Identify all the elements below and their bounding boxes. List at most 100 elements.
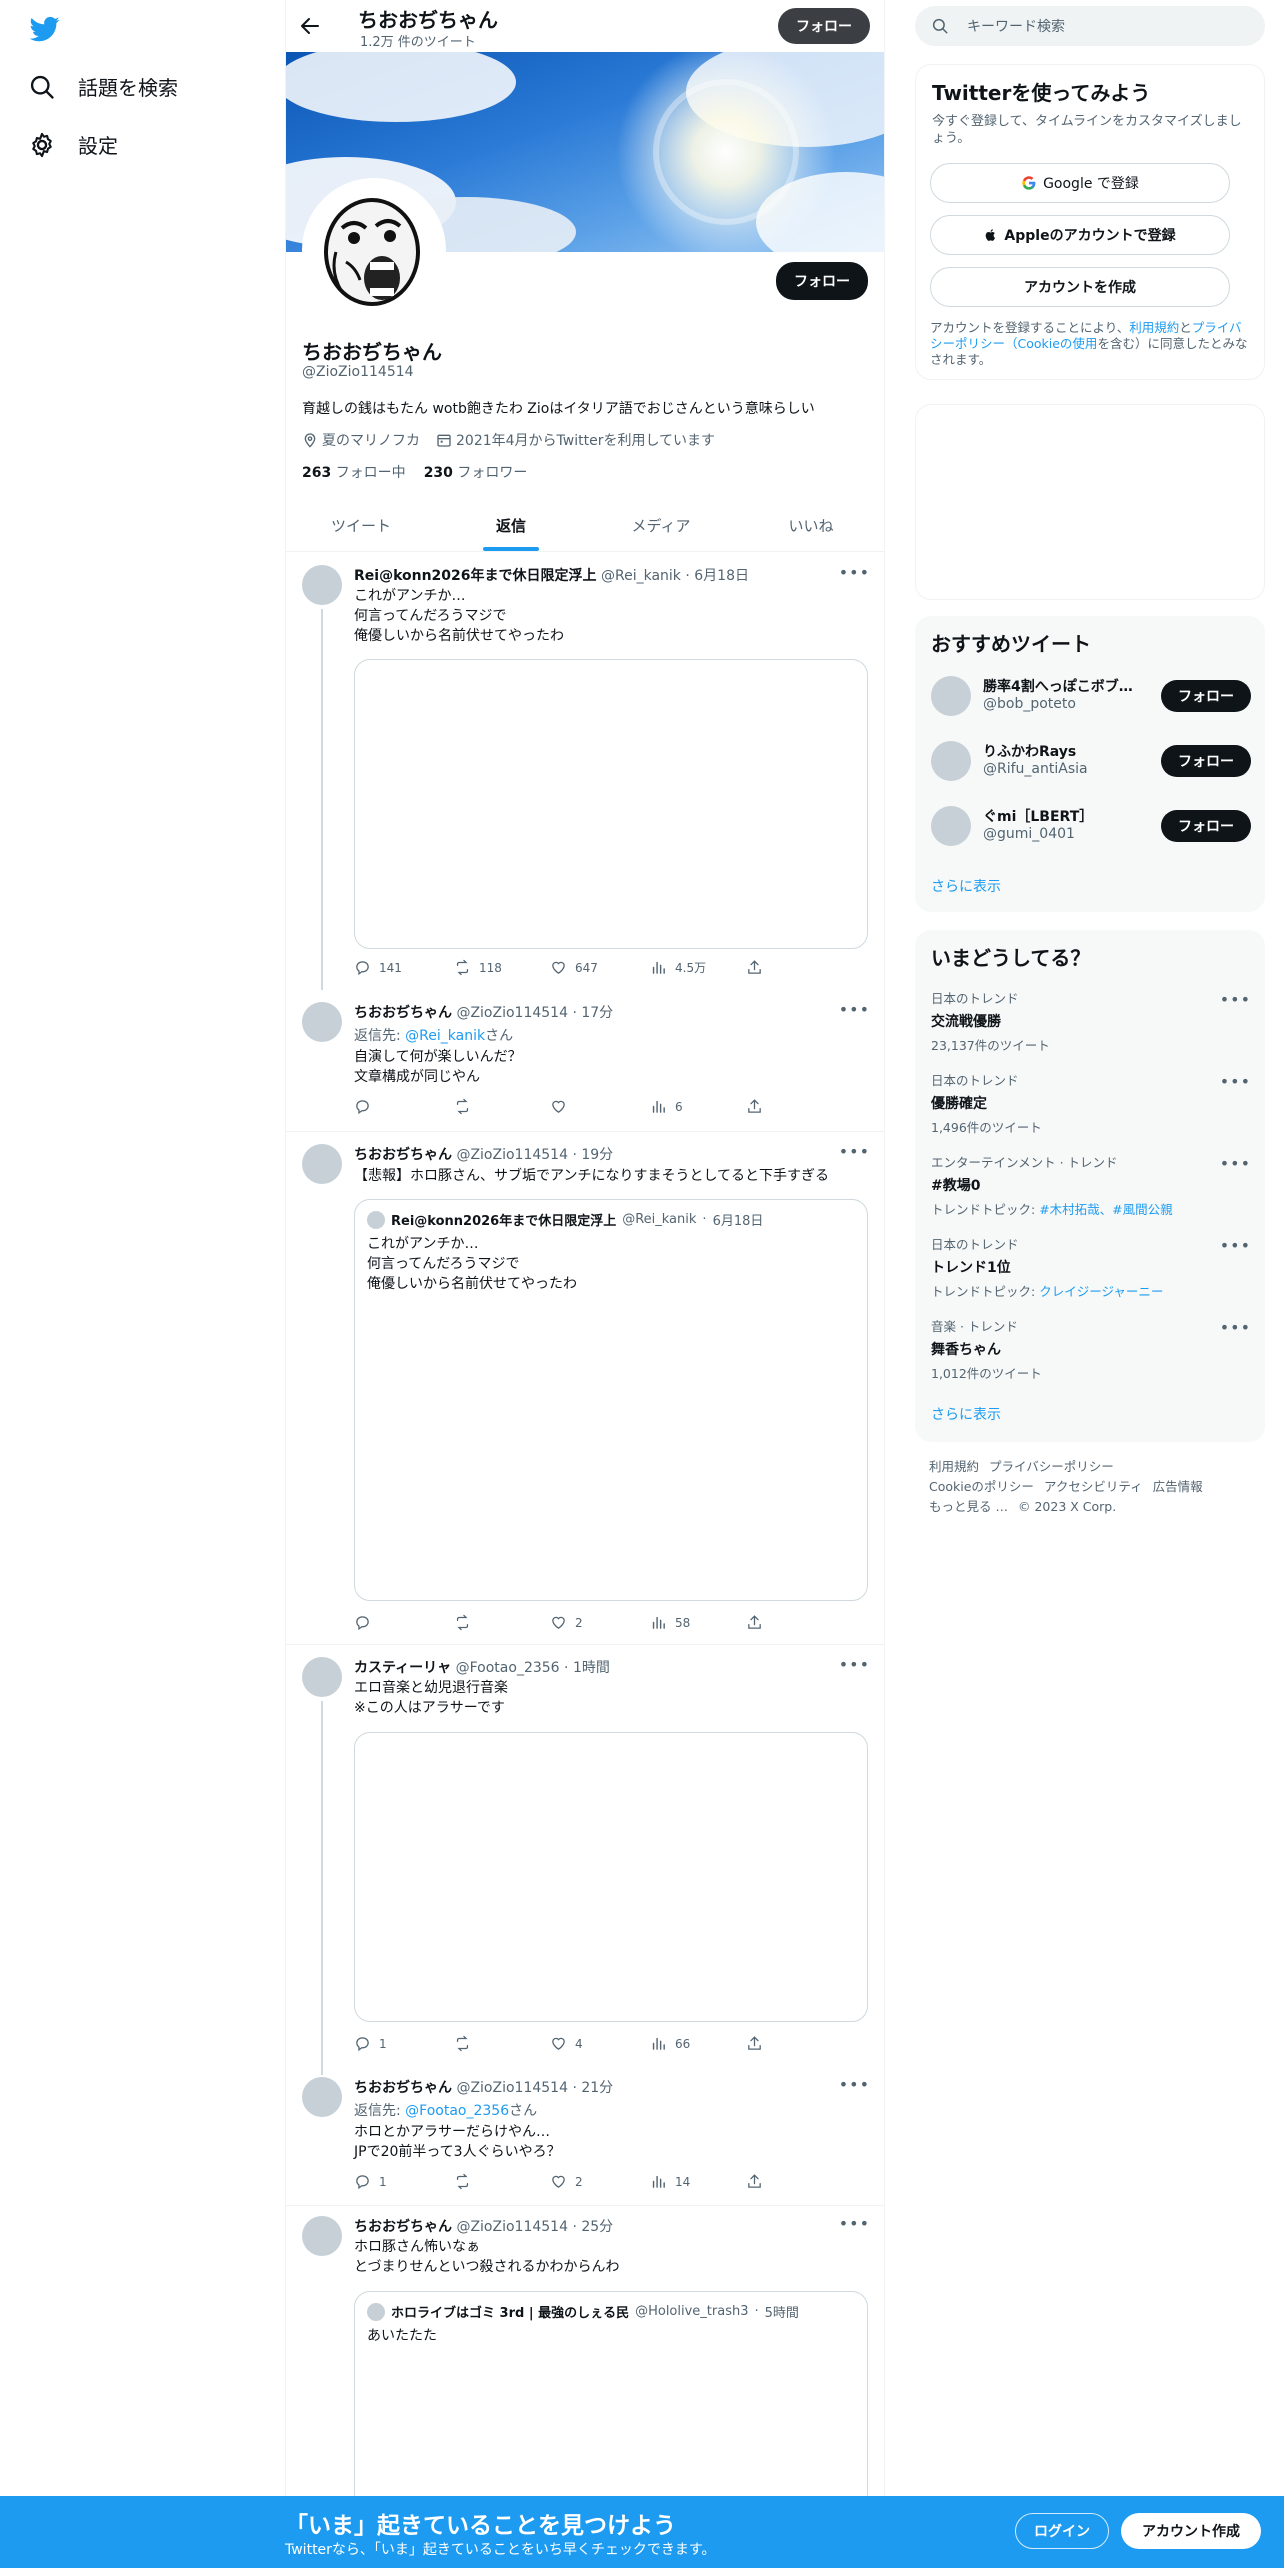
- author-handle[interactable]: @ZioZio114514: [456, 2080, 568, 2096]
- author-handle[interactable]: @ZioZio114514: [456, 2219, 568, 2235]
- terms-link[interactable]: 利用規約: [1129, 320, 1179, 335]
- follow-button[interactable]: フォロー: [1161, 745, 1251, 777]
- author-handle[interactable]: @ZioZio114514: [456, 1147, 568, 1163]
- timestamp[interactable]: 6月18日: [694, 568, 749, 584]
- quoted-tweet[interactable]: Rei@konn2026年まで休日限定浮上 @Rei_kanik · 6月18日…: [354, 1199, 868, 1601]
- login-button[interactable]: ログイン: [1015, 2513, 1109, 2549]
- like-button[interactable]: 2: [550, 1614, 583, 1631]
- share-button[interactable]: [746, 2173, 763, 2190]
- more-icon[interactable]: •••: [839, 2214, 870, 2233]
- timestamp[interactable]: 21分: [581, 2080, 613, 2096]
- timestamp[interactable]: 17分: [581, 1005, 613, 1021]
- tweet[interactable]: ちおおぢちゃん @ZioZio114514 · 19分 ••• 【悲報】ホロ豚さ…: [286, 1132, 884, 1645]
- author-name[interactable]: ちおおぢちゃん: [354, 1005, 452, 1021]
- retweet-button[interactable]: [454, 2173, 479, 2190]
- tweet[interactable]: Rei@konn2026年まで休日限定浮上 @Rei_kanik · 6月18日…: [286, 553, 884, 990]
- twitter-bird-icon[interactable]: [28, 14, 62, 44]
- author-name[interactable]: ちおおぢちゃん: [354, 1147, 452, 1163]
- retweet-button[interactable]: [454, 2035, 479, 2052]
- create-account-button[interactable]: アカウントを作成: [930, 267, 1230, 307]
- tweet[interactable]: ちおおぢちゃん @ZioZio114514 · 17分 ••• 返信先: @Re…: [286, 990, 884, 1132]
- avatar[interactable]: [302, 1002, 342, 1042]
- share-button[interactable]: [746, 2035, 763, 2052]
- trend-item[interactable]: 日本のトレンド 優勝確定 1,496件のツイート •••: [931, 1070, 1251, 1150]
- more-icon[interactable]: •••: [839, 1655, 870, 1674]
- avatar[interactable]: [931, 741, 971, 781]
- footer-link[interactable]: もっと見る …: [929, 1499, 1008, 1514]
- follow-button[interactable]: フォロー: [1161, 680, 1251, 712]
- more-icon[interactable]: •••: [839, 563, 870, 582]
- more-icon[interactable]: •••: [1220, 990, 1251, 1009]
- views-button[interactable]: 4.5万: [650, 959, 706, 976]
- avatar[interactable]: [302, 2216, 342, 2256]
- author-handle[interactable]: @Footao_2356: [456, 1660, 560, 1676]
- trend-item[interactable]: 日本のトレンド 交流戦優勝 23,137件のツイート •••: [931, 988, 1251, 1068]
- follow-button[interactable]: フォロー: [1161, 810, 1251, 842]
- like-button[interactable]: 4: [550, 2035, 583, 2052]
- avatar[interactable]: [302, 1144, 342, 1184]
- share-button[interactable]: [746, 1614, 763, 1631]
- following-link[interactable]: 263 フォロー中: [302, 462, 406, 482]
- trend-topic-link[interactable]: #木村拓哉、#風間公親: [1039, 1202, 1172, 1217]
- footer-link[interactable]: アクセシビリティ: [1044, 1479, 1143, 1494]
- footer-link[interactable]: 広告情報: [1153, 1479, 1203, 1494]
- show-more-link[interactable]: さらに表示: [931, 1404, 1001, 1424]
- media-card[interactable]: [354, 1732, 868, 2022]
- recommended-user[interactable]: ぐmi［LBERT］ @gumi_0401 フォロー: [931, 802, 1251, 850]
- nav-explore[interactable]: 話題を検索: [28, 72, 178, 101]
- trend-item[interactable]: エンターテインメント · トレンド #教場0 トレンドトピック: #木村拓哉、#…: [931, 1152, 1251, 1232]
- like-button[interactable]: [550, 1098, 575, 1115]
- footer-link[interactable]: 利用規約: [929, 1459, 979, 1474]
- views-button[interactable]: 66: [650, 2035, 690, 2052]
- recommended-user[interactable]: 勝率4割へっぽこボブ… @bob_poteto フォロー: [931, 672, 1251, 720]
- more-icon[interactable]: •••: [1220, 1236, 1251, 1255]
- show-more-link[interactable]: さらに表示: [931, 876, 1001, 896]
- timestamp[interactable]: 25分: [581, 2219, 613, 2235]
- views-button[interactable]: 6: [650, 1098, 683, 1115]
- profile-follow-button[interactable]: フォロー: [776, 262, 868, 300]
- author-name[interactable]: カスティーリャ: [354, 1660, 451, 1676]
- tab-likes[interactable]: いいね: [736, 500, 884, 551]
- trend-item[interactable]: 日本のトレンド トレンド1位 トレンドトピック: クレイジージャーニー •••: [931, 1234, 1251, 1314]
- google-signup-button[interactable]: Google で登録: [930, 163, 1230, 203]
- nav-settings[interactable]: 設定: [28, 130, 118, 159]
- share-button[interactable]: [746, 1098, 763, 1115]
- tweet[interactable]: ちおおぢちゃん @ZioZio114514 · 21分 ••• 返信先: @Fo…: [286, 2075, 884, 2206]
- author-name[interactable]: ちおおぢちゃん: [354, 2080, 452, 2096]
- views-button[interactable]: 14: [650, 2173, 690, 2190]
- more-icon[interactable]: •••: [1220, 1318, 1251, 1337]
- recommended-user[interactable]: りふかわRays @Rifu_antiAsia フォロー: [931, 737, 1251, 785]
- search-input[interactable]: キーワード検索: [915, 6, 1265, 46]
- profile-avatar[interactable]: [302, 178, 446, 322]
- avatar[interactable]: [931, 806, 971, 846]
- share-button[interactable]: [746, 959, 763, 976]
- reply-button[interactable]: [354, 1098, 379, 1115]
- tab-media[interactable]: メディア: [586, 500, 736, 551]
- reply-button[interactable]: 141: [354, 959, 402, 976]
- reply-button[interactable]: 1: [354, 2173, 387, 2190]
- author-handle[interactable]: @Rei_kanik: [601, 568, 681, 584]
- avatar[interactable]: [302, 1657, 342, 1697]
- reply-button[interactable]: [354, 1614, 379, 1631]
- avatar[interactable]: [302, 565, 342, 605]
- author-name[interactable]: ちおおぢちゃん: [354, 2219, 452, 2235]
- signup-button[interactable]: アカウント作成: [1121, 2513, 1261, 2549]
- timestamp[interactable]: 1時間: [573, 1660, 610, 1676]
- footer-link[interactable]: Cookieのポリシー: [929, 1479, 1034, 1494]
- retweet-button[interactable]: [454, 1614, 479, 1631]
- more-icon[interactable]: •••: [839, 2075, 870, 2094]
- header-follow-button[interactable]: フォロー: [778, 8, 870, 44]
- views-button[interactable]: 58: [650, 1614, 690, 1631]
- trend-topic-link[interactable]: クレイジージャーニー: [1039, 1284, 1163, 1299]
- tab-replies[interactable]: 返信: [436, 500, 586, 551]
- retweet-button[interactable]: 118: [454, 959, 502, 976]
- avatar[interactable]: [302, 2077, 342, 2117]
- like-button[interactable]: 647: [550, 959, 598, 976]
- retweet-button[interactable]: [454, 1098, 479, 1115]
- followers-link[interactable]: 230 フォロワー: [424, 462, 528, 482]
- more-icon[interactable]: •••: [839, 1000, 870, 1019]
- author-handle[interactable]: @ZioZio114514: [456, 1005, 568, 1021]
- more-icon[interactable]: •••: [1220, 1154, 1251, 1173]
- media-card[interactable]: [354, 659, 868, 949]
- footer-link[interactable]: プライバシーポリシー: [989, 1459, 1114, 1474]
